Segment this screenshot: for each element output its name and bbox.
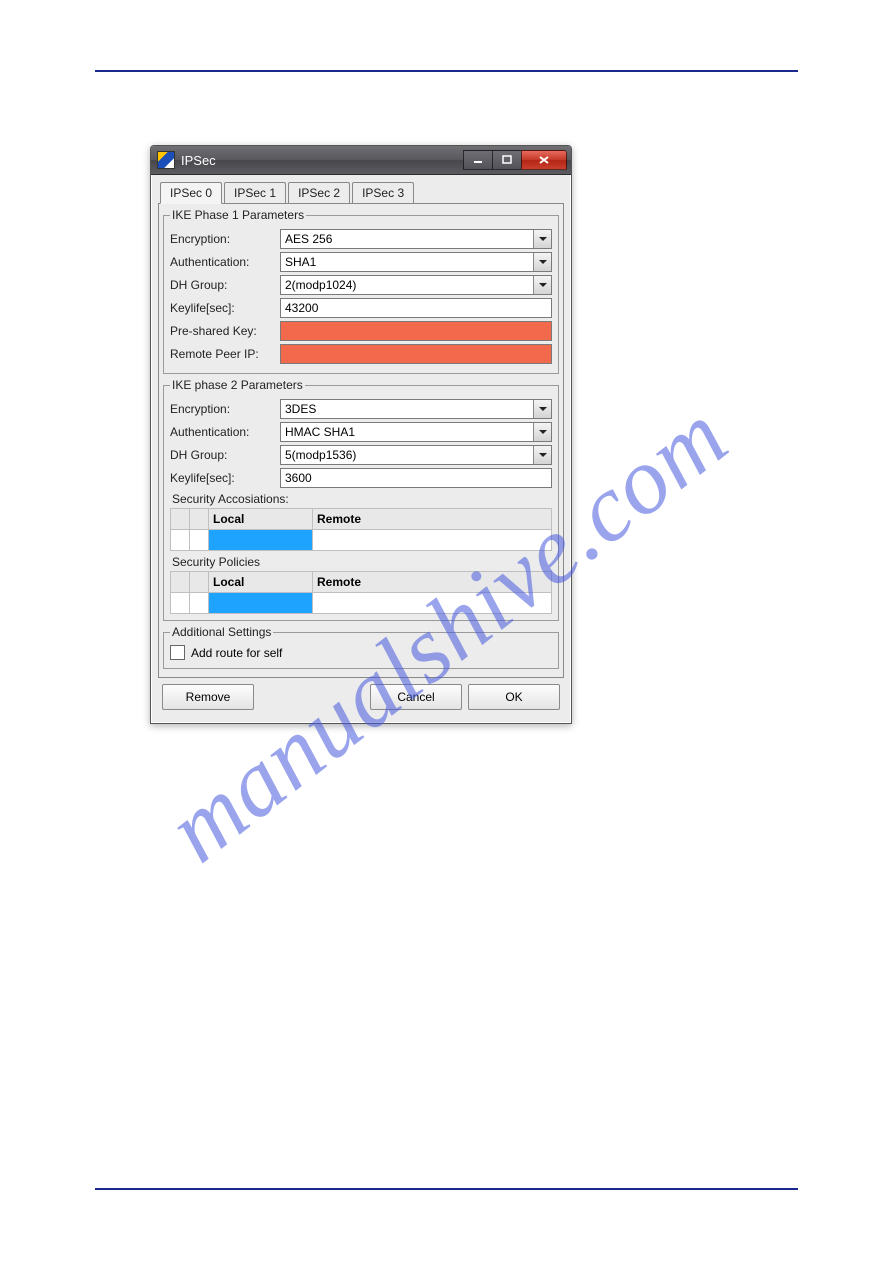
remove-button[interactable]: Remove [162,684,254,710]
sa-col-local: Local [209,509,313,530]
phase1-encryption-label: Encryption: [170,232,280,246]
ipsec-window: IPSec IPSec 0 IPSec 1 IPSec 2 IPSec 3 IK… [150,145,572,724]
phase2-auth-select[interactable]: HMAC SHA1 [280,422,552,442]
window-title: IPSec [181,153,216,168]
maximize-icon [502,155,512,165]
sa-col-blank2 [190,509,209,530]
close-button[interactable] [521,150,567,170]
phase1-auth-select[interactable]: SHA1 [280,252,552,272]
tab-ipsec-0[interactable]: IPSec 0 [160,182,222,204]
sa-cell-remote[interactable] [313,530,552,551]
button-bar: Remove Cancel OK [158,678,564,716]
chevron-down-icon [533,253,551,271]
sp-cell[interactable] [171,593,190,614]
sa-cell[interactable] [190,530,209,551]
sa-table[interactable]: Local Remote [170,508,552,551]
phase1-encryption-select[interactable]: AES 256 [280,229,552,249]
app-icon [157,151,175,169]
phase1-dh-select[interactable]: 2(modp1024) [280,275,552,295]
chevron-down-icon [533,446,551,464]
chevron-down-icon [533,423,551,441]
sa-col-blank1 [171,509,190,530]
chevron-down-icon [533,400,551,418]
sp-title: Security Policies [172,555,552,569]
phase1-keylife-value: 43200 [285,301,318,315]
sa-title: Security Accosiations: [172,492,552,506]
phase2-auth-value: HMAC SHA1 [285,425,355,439]
sa-col-remote: Remote [313,509,552,530]
phase1-dh-label: DH Group: [170,278,280,292]
phase2-keylife-input[interactable]: 3600 [280,468,552,488]
phase2-encryption-select[interactable]: 3DES [280,399,552,419]
page-divider-top [95,70,798,72]
phase1-encryption-value: AES 256 [285,232,332,246]
phase1-dh-value: 2(modp1024) [285,278,356,292]
ok-button[interactable]: OK [468,684,560,710]
phase1-auth-value: SHA1 [285,255,316,269]
chevron-down-icon [533,276,551,294]
sa-cell[interactable] [171,530,190,551]
sp-cell-remote[interactable] [313,593,552,614]
client-area: IPSec 0 IPSec 1 IPSec 2 IPSec 3 IKE Phas… [151,175,571,723]
phase1-peer-label: Remote Peer IP: [170,347,280,361]
chevron-down-icon [533,230,551,248]
phase1-legend: IKE Phase 1 Parameters [170,208,306,222]
tab-ipsec-2[interactable]: IPSec 2 [288,182,350,203]
phase2-dh-select[interactable]: 5(modp1536) [280,445,552,465]
table-row[interactable] [171,593,552,614]
phase2-legend: IKE phase 2 Parameters [170,378,305,392]
window-controls [464,150,567,170]
page-divider-bottom [95,1188,798,1190]
add-route-checkbox[interactable] [170,645,185,660]
maximize-button[interactable] [492,150,522,170]
sa-cell-local[interactable] [209,530,313,551]
sp-col-local: Local [209,572,313,593]
phase1-peer-input[interactable] [280,344,552,364]
phase2-dh-label: DH Group: [170,448,280,462]
tab-strip: IPSec 0 IPSec 1 IPSec 2 IPSec 3 [158,181,564,204]
phase1-psk-label: Pre-shared Key: [170,324,280,338]
add-route-label: Add route for self [191,646,282,660]
phase2-encryption-value: 3DES [285,402,316,416]
tab-ipsec-1[interactable]: IPSec 1 [224,182,286,203]
phase2-keylife-value: 3600 [285,471,312,485]
phase1-keylife-label: Keylife[sec]: [170,301,280,315]
additional-group: Additional Settings Add route for self [163,625,559,669]
tab-panel-ipsec-0: IKE Phase 1 Parameters Encryption: AES 2… [158,204,564,678]
phase1-keylife-input[interactable]: 43200 [280,298,552,318]
table-row: Local Remote [171,572,552,593]
sp-col-remote: Remote [313,572,552,593]
additional-legend: Additional Settings [170,625,273,639]
sp-table[interactable]: Local Remote [170,571,552,614]
cancel-button[interactable]: Cancel [370,684,462,710]
phase2-dh-value: 5(modp1536) [285,448,356,462]
sp-col-blank2 [190,572,209,593]
phase2-encryption-label: Encryption: [170,402,280,416]
sp-cell[interactable] [190,593,209,614]
phase2-group: IKE phase 2 Parameters Encryption: 3DES … [163,378,559,621]
sp-cell-local[interactable] [209,593,313,614]
tab-ipsec-3[interactable]: IPSec 3 [352,182,414,203]
phase1-auth-label: Authentication: [170,255,280,269]
sp-col-blank1 [171,572,190,593]
phase1-psk-input[interactable] [280,321,552,341]
phase1-group: IKE Phase 1 Parameters Encryption: AES 2… [163,208,559,374]
table-row: Local Remote [171,509,552,530]
minimize-button[interactable] [463,150,493,170]
minimize-icon [473,155,483,165]
phase2-keylife-label: Keylife[sec]: [170,471,280,485]
titlebar[interactable]: IPSec [151,146,571,175]
phase2-auth-label: Authentication: [170,425,280,439]
table-row[interactable] [171,530,552,551]
close-icon [538,155,550,165]
